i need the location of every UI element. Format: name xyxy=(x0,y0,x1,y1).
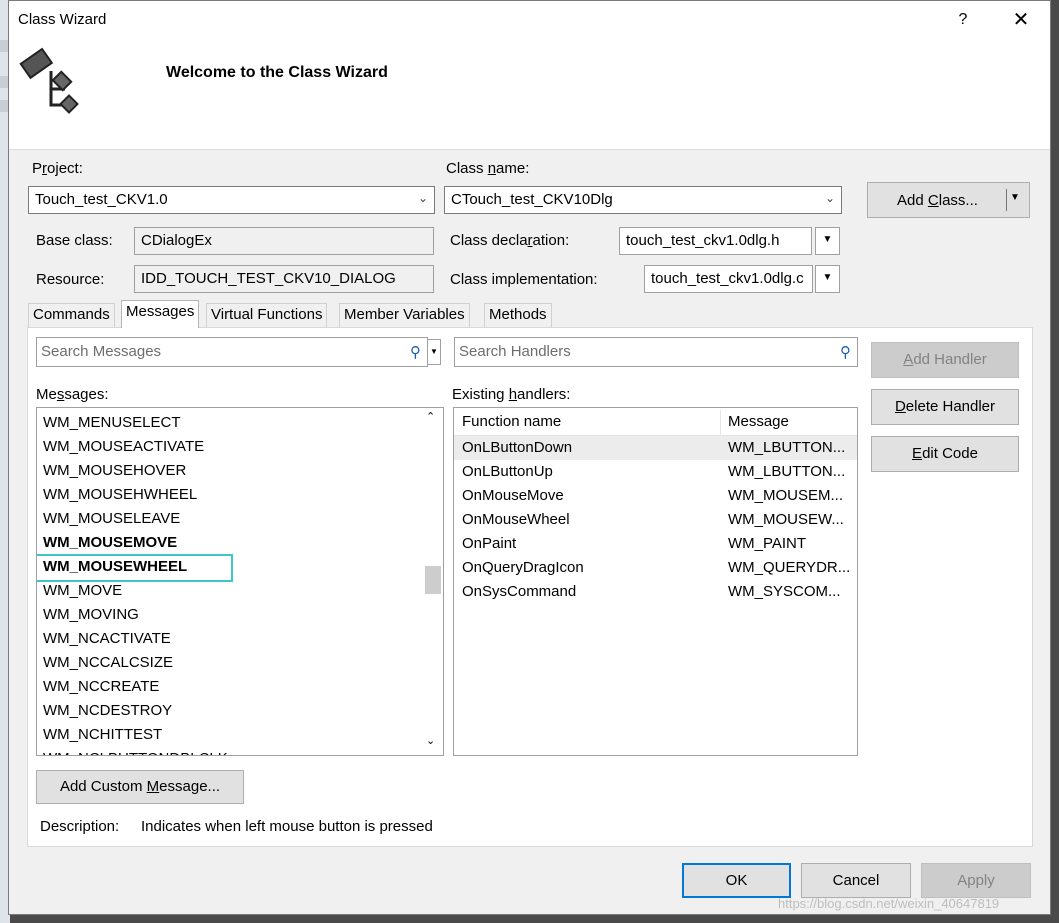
scroll-down-icon[interactable]: ⌄ xyxy=(426,734,435,747)
message-item[interactable]: WM_NCCREATE xyxy=(43,675,159,699)
tab-virtual-functions[interactable]: Virtual Functions xyxy=(206,303,328,327)
search-options-dropdown[interactable]: ▼ xyxy=(427,339,441,365)
tab-methods[interactable]: Methods xyxy=(484,303,552,327)
handler-function-name: OnLButtonDown xyxy=(462,439,573,456)
handler-message: WM_SYSCOM... xyxy=(728,583,841,600)
tab-commands[interactable]: Commands xyxy=(28,303,115,327)
messages-scrollbar[interactable]: ⌃ ⌄ xyxy=(422,408,443,755)
message-item[interactable]: WM_MOUSEACTIVATE xyxy=(43,435,204,459)
message-item[interactable]: WM_NCHITTEST xyxy=(43,723,162,747)
existing-handlers-label: Existing handlers: xyxy=(452,386,571,403)
column-function-name[interactable]: Function name xyxy=(462,413,561,430)
handler-message: WM_MOUSEM... xyxy=(728,487,843,504)
handler-row[interactable]: OnLButtonUp WM_LBUTTON... xyxy=(454,460,857,484)
class-name-combo[interactable]: CTouch_test_CKV10Dlg ⌄ xyxy=(444,186,842,214)
base-class-field: CDialogEx xyxy=(134,227,434,255)
handler-message: WM_LBUTTON... xyxy=(728,463,846,480)
class-wizard-icon xyxy=(19,47,79,114)
handler-row[interactable]: OnPaint WM_PAINT xyxy=(454,532,857,556)
handler-row[interactable]: OnMouseWheel WM_MOUSEW... xyxy=(454,508,857,532)
search-icon: ⚲ xyxy=(840,344,851,361)
title-bar: Class Wizard ? ✕ xyxy=(9,1,1050,39)
tab-member-variables[interactable]: Member Variables xyxy=(339,303,470,327)
message-item[interactable]: WM_MOUSELEAVE xyxy=(43,507,180,531)
add-class-button[interactable]: Add Class... ▼ xyxy=(867,182,1030,218)
message-item[interactable]: WM_MOVE xyxy=(43,579,122,603)
apply-button[interactable]: Apply xyxy=(921,863,1031,898)
edit-code-button[interactable]: Edit Code xyxy=(871,436,1019,472)
project-combo[interactable]: Touch_test_CKV1.0 ⌄ xyxy=(28,186,435,214)
tab-messages[interactable]: Messages xyxy=(121,300,200,328)
description-text: Indicates when left mouse button is pres… xyxy=(141,818,433,835)
handler-function-name: OnPaint xyxy=(462,535,517,552)
scrollbar-thumb[interactable] xyxy=(425,566,441,594)
handler-function-name: OnQueryDragIcon xyxy=(462,559,584,576)
column-message[interactable]: Message xyxy=(728,413,789,430)
message-item[interactable]: WM_MENUSELECT xyxy=(43,411,181,435)
messages-label: Messages: xyxy=(36,386,109,403)
chevron-down-icon[interactable]: ▼ xyxy=(815,227,840,255)
scroll-up-icon[interactable]: ⌃ xyxy=(426,410,435,423)
handler-function-name: OnMouseMove xyxy=(462,487,564,504)
handler-message: WM_MOUSEW... xyxy=(728,511,844,528)
split-divider xyxy=(1006,189,1007,211)
messages-list[interactable]: WM_MENUSELECT WM_MOUSEACTIVATE WM_MOUSEHOV… xyxy=(36,407,444,756)
welcome-heading: Welcome to the Class Wizard xyxy=(166,64,388,81)
window-title: Class Wizard xyxy=(18,11,107,28)
handler-message: WM_LBUTTON... xyxy=(728,439,846,456)
ok-button[interactable]: OK xyxy=(682,863,791,898)
handler-function-name: OnLButtonUp xyxy=(462,463,553,480)
base-class-label: Base class: xyxy=(36,232,113,249)
handler-message: WM_PAINT xyxy=(728,535,807,552)
chevron-down-icon: ⌄ xyxy=(824,191,835,205)
add-custom-message-button[interactable]: Add Custom Message... xyxy=(36,770,244,804)
message-item[interactable]: WM_NCLBUTTONDBLCLK xyxy=(43,747,228,755)
selected-message-outline xyxy=(37,554,233,582)
description-label: Description: xyxy=(40,818,120,835)
handler-message: WM_QUERYDR... xyxy=(728,559,851,576)
handler-function-name: OnSysCommand xyxy=(462,583,577,600)
handler-row[interactable]: OnMouseMove WM_MOUSEM... xyxy=(454,484,857,508)
project-value: Touch_test_CKV1.0 xyxy=(35,191,168,208)
search-icon: ⚲ xyxy=(410,344,421,361)
handlers-header: Function name Message xyxy=(454,410,857,436)
add-handler-button[interactable]: Add Handler xyxy=(871,342,1019,378)
chevron-down-icon: ⌄ xyxy=(417,191,428,205)
search-handlers-placeholder: Search Handlers xyxy=(459,343,571,360)
class-wizard-dialog: Class Wizard ? ✕ Welcome to the Class Wi… xyxy=(8,0,1051,915)
class-implementation-label: Class implementation: xyxy=(450,271,598,288)
chevron-down-icon[interactable]: ▼ xyxy=(815,265,840,293)
message-item[interactable]: WM_MOUSEHOVER xyxy=(43,459,186,483)
search-messages-placeholder: Search Messages xyxy=(41,343,162,360)
handler-function-name: OnMouseWheel xyxy=(462,511,570,528)
existing-handlers-grid[interactable]: Function name Message OnLButtonDown WM_LB… xyxy=(453,407,858,756)
project-label: Project: xyxy=(32,160,83,177)
close-button[interactable]: ✕ xyxy=(1005,6,1037,34)
handler-row[interactable]: OnLButtonDown WM_LBUTTON... xyxy=(454,436,857,460)
message-item[interactable]: WM_MOVING xyxy=(43,603,139,627)
resource-label: Resource: xyxy=(36,271,105,288)
search-handlers-input[interactable]: Search Handlers ⚲ xyxy=(454,337,858,367)
message-item[interactable]: WM_NCCALCSIZE xyxy=(43,651,173,675)
handler-row[interactable]: OnSysCommand WM_SYSCOM... xyxy=(454,580,857,604)
class-declaration-label: Class declaration: xyxy=(450,232,570,249)
handler-row[interactable]: OnQueryDragIcon WM_QUERYDR... xyxy=(454,556,857,580)
watermark-text: https://blog.csdn.net/weixin_40647819 xyxy=(778,896,1000,911)
header-panel: Welcome to the Class Wizard xyxy=(9,39,1050,150)
search-messages-input[interactable]: Search Messages ⚲ xyxy=(36,337,428,367)
class-declaration-field[interactable]: touch_test_ckv1.0dlg.h xyxy=(619,227,812,255)
class-name-label: Class name: xyxy=(446,160,530,177)
class-implementation-field[interactable]: touch_test_ckv1.0dlg.c xyxy=(644,265,813,293)
message-item[interactable]: WM_NCACTIVATE xyxy=(43,627,171,651)
resource-field: IDD_TOUCH_TEST_CKV10_DIALOG xyxy=(134,265,434,293)
dropdown-arrow-icon[interactable]: ▼ xyxy=(1010,192,1020,203)
cancel-button[interactable]: Cancel xyxy=(801,863,911,898)
help-button[interactable]: ? xyxy=(947,6,979,34)
delete-handler-button[interactable]: Delete Handler xyxy=(871,389,1019,425)
message-item[interactable]: WM_NCDESTROY xyxy=(43,699,172,723)
column-divider xyxy=(720,410,721,436)
message-item[interactable]: WM_MOUSEHWHEEL xyxy=(43,483,197,507)
message-item[interactable]: WM_MOUSEMOVE xyxy=(43,531,177,555)
class-name-value: CTouch_test_CKV10Dlg xyxy=(451,191,613,208)
